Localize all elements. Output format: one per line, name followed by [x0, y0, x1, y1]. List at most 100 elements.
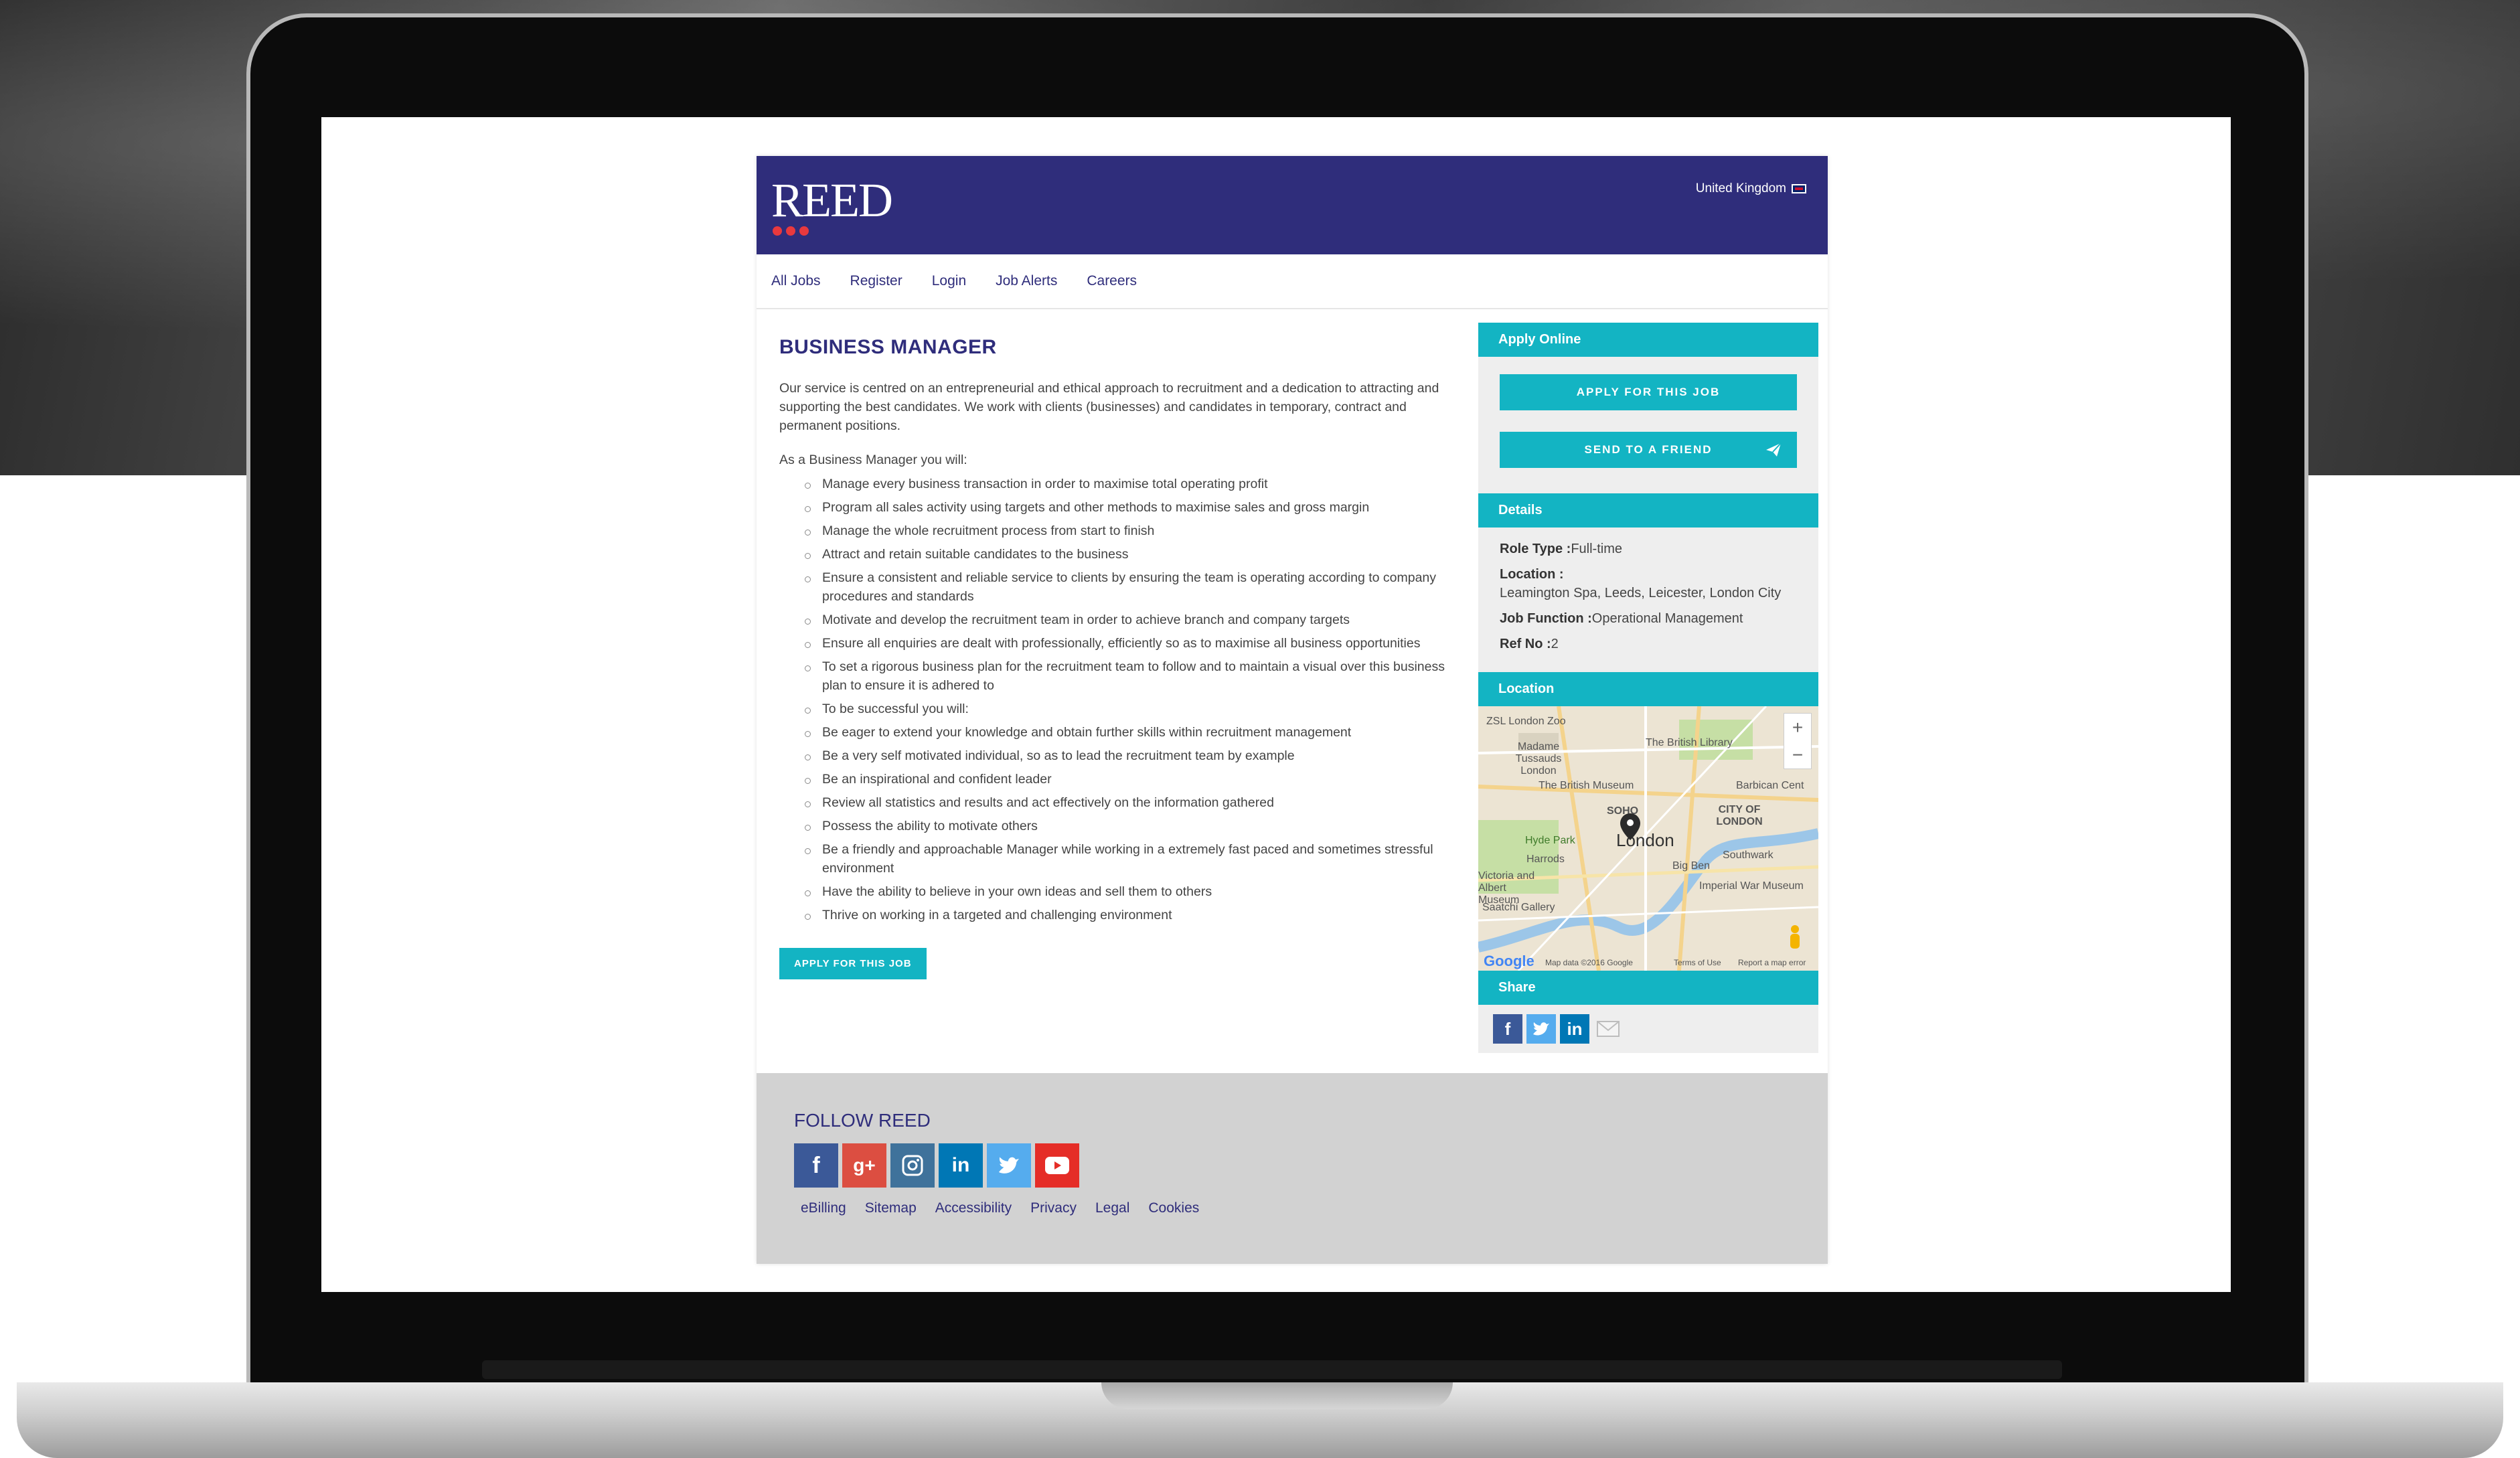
job-function-value: Operational Management [1591, 611, 1743, 626]
twitter-share-icon[interactable] [1526, 1014, 1556, 1044]
twitter-icon[interactable] [987, 1143, 1031, 1188]
send-button-label: SEND TO A FRIEND [1584, 443, 1713, 456]
map-label: ZSL London Zoo [1486, 716, 1566, 727]
map-label: Imperial War Museum [1699, 880, 1804, 892]
laptop-hinge [482, 1360, 2062, 1379]
job-title: BUSINESS MANAGER [779, 336, 997, 358]
facebook-icon[interactable]: f [794, 1143, 838, 1188]
job-description: BUSINESS MANAGER Our service is centred … [779, 336, 1449, 979]
location-panel: Location ZSL London Zoo Madame Tussauds … [1478, 672, 1818, 971]
laptop-screen: REED United Kingdom All Jobs Register Lo… [321, 117, 2231, 1292]
footer-link-accessibility[interactable]: Accessibility [935, 1200, 1012, 1216]
map-label: The British Library [1646, 737, 1733, 748]
apply-button-label: APPLY FOR THIS JOB [1576, 386, 1721, 398]
list-item: Possess the ability to motivate others [805, 817, 1449, 835]
footer-links: eBilling Sitemap Accessibility Privacy L… [801, 1200, 1199, 1216]
list-item: Motivate and develop the recruitment tea… [805, 611, 1449, 629]
nav-careers[interactable]: Careers [1087, 273, 1137, 289]
nav-all-jobs[interactable]: All Jobs [771, 273, 821, 289]
map-label: CITY OF LONDON [1716, 804, 1763, 827]
list-item: Be a friendly and approachable Manager w… [805, 840, 1449, 878]
apply-panel: Apply Online APPLY FOR THIS JOB SEND TO … [1478, 323, 1818, 493]
footer-link-privacy[interactable]: Privacy [1030, 1200, 1077, 1216]
google-logo: Google [1484, 953, 1534, 969]
zoom-out-button[interactable]: − [1792, 744, 1803, 766]
ref-row: Ref No :2 [1500, 635, 1797, 653]
site-header: REED United Kingdom [757, 156, 1828, 254]
list-item: Have the ability to believe in your own … [805, 882, 1449, 901]
list-item: Be an inspirational and confident leader [805, 770, 1449, 789]
uk-flag-icon [1792, 184, 1806, 193]
location-label: Location : [1500, 567, 1564, 582]
footer-link-cookies[interactable]: Cookies [1148, 1200, 1199, 1216]
apply-button[interactable]: APPLY FOR THIS JOB [1500, 374, 1797, 410]
location-panel-title: Location [1478, 672, 1818, 706]
details-panel-title: Details [1478, 493, 1818, 528]
list-item: Ensure all enquiries are dealt with prof… [805, 634, 1449, 653]
email-share-icon[interactable] [1593, 1014, 1623, 1044]
map-pin-icon[interactable] [1620, 813, 1640, 840]
map-terms-link[interactable]: Terms of Use [1674, 958, 1721, 967]
list-item: Manage every business transaction in ord… [805, 475, 1449, 493]
site-footer: FOLLOW REED f g+ in eBilling Sitemap Acc… [757, 1073, 1828, 1264]
youtube-icon[interactable] [1035, 1143, 1079, 1188]
location-value: Leamington Spa, Leeds, Leicester, London… [1500, 586, 1782, 600]
main-nav: All Jobs Register Login Job Alerts Caree… [757, 254, 1828, 309]
list-item: Be a very self motivated individual, so … [805, 746, 1449, 765]
google-plus-icon[interactable]: g+ [842, 1143, 886, 1188]
role-type-label: Role Type : [1500, 542, 1571, 556]
job-function-label: Job Function : [1500, 611, 1592, 626]
send-to-friend-button[interactable]: SEND TO A FRIEND [1500, 432, 1797, 468]
reed-website: REED United Kingdom All Jobs Register Lo… [757, 156, 1828, 1264]
sidebar: Apply Online APPLY FOR THIS JOB SEND TO … [1478, 323, 1818, 1053]
nav-login[interactable]: Login [932, 273, 966, 289]
pegman-icon[interactable] [1788, 924, 1802, 951]
share-panel: Share f in [1478, 971, 1818, 1053]
ref-label: Ref No : [1500, 637, 1551, 651]
social-icons: f g+ in [794, 1143, 1079, 1188]
paper-plane-icon [1766, 442, 1782, 457]
map-label: Madame Tussauds London [1515, 741, 1562, 777]
role-type-row: Role Type :Full-time [1500, 540, 1797, 558]
laptop-notch [1101, 1382, 1453, 1409]
linkedin-icon[interactable]: in [939, 1143, 983, 1188]
duties-list: Manage every business transaction in ord… [779, 475, 1449, 924]
nav-job-alerts[interactable]: Job Alerts [996, 273, 1057, 289]
linkedin-share-icon[interactable]: in [1560, 1014, 1589, 1044]
list-item: To be successful you will: [805, 700, 1449, 718]
logo-dots [773, 226, 809, 236]
reed-logo[interactable]: REED [771, 176, 893, 224]
apply-button-bottom[interactable]: APPLY FOR THIS JOB [779, 948, 927, 979]
list-item: Review all statistics and results and ac… [805, 793, 1449, 812]
list-item: Manage the whole recruitment process fro… [805, 521, 1449, 540]
map-label: Hyde Park [1525, 835, 1575, 846]
instagram-icon[interactable] [890, 1143, 935, 1188]
location-map[interactable]: ZSL London Zoo Madame Tussauds London Th… [1478, 706, 1818, 971]
country-selector[interactable]: United Kingdom [1696, 181, 1806, 196]
country-label: United Kingdom [1695, 181, 1786, 195]
footer-link-legal[interactable]: Legal [1095, 1200, 1129, 1216]
map-report-link[interactable]: Report a map error [1738, 958, 1806, 967]
map-label: The British Museum [1539, 780, 1634, 791]
list-item: To set a rigorous business plan for the … [805, 657, 1449, 695]
map-label: Victoria and Albert Museum [1478, 870, 1535, 906]
nav-register[interactable]: Register [850, 273, 902, 289]
ref-value: 2 [1551, 637, 1559, 651]
map-label: Harrods [1526, 854, 1565, 865]
list-item: Attract and retain suitable candidates t… [805, 545, 1449, 564]
zoom-in-button[interactable]: + [1792, 717, 1803, 738]
job-function-row: Job Function :Operational Management [1500, 609, 1797, 628]
map-attribution: Map data ©2016 Google [1545, 958, 1633, 967]
footer-link-ebilling[interactable]: eBilling [801, 1200, 846, 1216]
share-icons: f in [1478, 1005, 1818, 1053]
share-panel-title: Share [1478, 971, 1818, 1005]
map-zoom-control: + − [1784, 713, 1812, 769]
footer-link-sitemap[interactable]: Sitemap [865, 1200, 917, 1216]
location-row: Location : Leamington Spa, Leeds, Leices… [1500, 565, 1797, 602]
follow-title: FOLLOW REED [794, 1110, 931, 1131]
list-item: Be eager to extend your knowledge and ob… [805, 723, 1449, 742]
facebook-share-icon[interactable]: f [1493, 1014, 1522, 1044]
job-lead: As a Business Manager you will: [779, 453, 967, 467]
map-label: Southwark [1723, 849, 1774, 861]
map-label: Barbican Cent [1736, 780, 1804, 791]
